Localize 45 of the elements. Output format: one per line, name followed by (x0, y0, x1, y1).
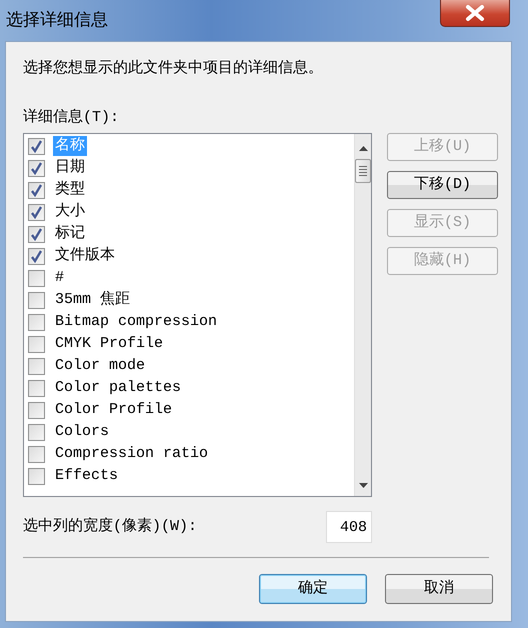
checkbox[interactable] (28, 138, 45, 154)
checkbox[interactable] (28, 292, 45, 308)
scroll-thumb[interactable] (355, 159, 371, 183)
width-field[interactable]: 408 (326, 511, 372, 543)
list-item[interactable]: Colors (53, 422, 112, 442)
checkbox[interactable] (28, 248, 45, 264)
list-item[interactable]: Color mode (53, 356, 148, 376)
checkbox[interactable] (28, 468, 45, 484)
checkbox[interactable] (28, 446, 45, 462)
checkbox[interactable] (28, 160, 45, 176)
scroll-up-icon[interactable] (358, 146, 368, 151)
checkbox[interactable] (28, 204, 45, 220)
dialog-button[interactable]: 确定 (259, 574, 367, 604)
list-item[interactable]: 文件版本 (53, 246, 117, 266)
checkbox[interactable] (28, 380, 45, 396)
checkbox[interactable] (28, 402, 45, 418)
list-item[interactable]: Color Profile (53, 400, 174, 420)
list-item[interactable]: Color palettes (53, 378, 184, 398)
checkbox[interactable] (28, 336, 45, 352)
checkbox[interactable] (28, 358, 45, 374)
dialog-button[interactable]: 取消 (385, 574, 493, 604)
scrollbar[interactable] (354, 134, 371, 496)
checkbox[interactable] (28, 314, 45, 330)
close-icon (464, 5, 486, 21)
list-item[interactable]: # (53, 268, 66, 288)
instruction-text: 选择您想显示的此文件夹中项目的详细信息。 (23, 58, 324, 79)
close-button[interactable] (440, 0, 510, 27)
list-item[interactable]: Effects (53, 466, 120, 486)
side-button[interactable]: 下移(D) (387, 171, 498, 199)
list-item[interactable]: 大小 (53, 202, 87, 222)
details-label: 详细信息(T): (23, 108, 120, 128)
width-label: 选中列的宽度(像素)(W): (23, 516, 198, 537)
list-item[interactable]: Bitmap compression (53, 312, 220, 332)
checkbox[interactable] (28, 226, 45, 242)
list-item[interactable]: CMYK Profile (53, 334, 166, 354)
window-title: 选择详细信息 (6, 10, 108, 30)
checkbox[interactable] (28, 270, 45, 286)
checkbox[interactable] (28, 182, 45, 198)
list-item[interactable]: 标记 (53, 224, 87, 244)
list-item[interactable]: 日期 (53, 158, 87, 178)
list-item[interactable]: 类型 (53, 180, 87, 200)
list-item[interactable]: Compression ratio (53, 444, 210, 464)
scroll-down-icon[interactable] (358, 483, 368, 488)
checkbox[interactable] (28, 424, 45, 440)
list-item[interactable]: 35mm 焦距 (53, 290, 132, 310)
